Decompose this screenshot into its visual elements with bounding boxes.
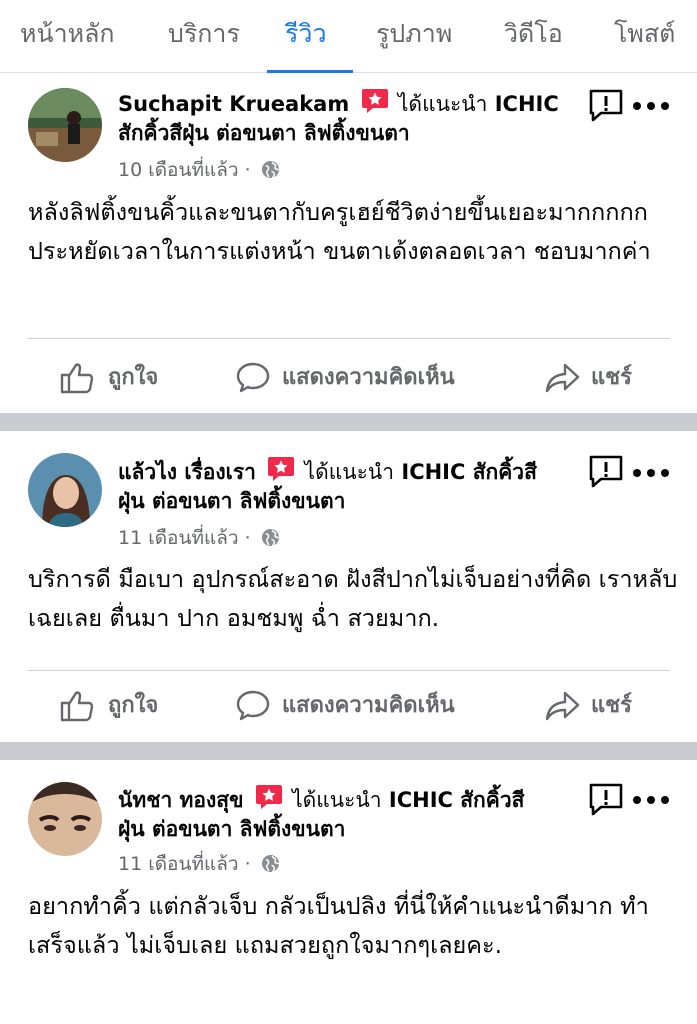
review-card: แล้วไง เรื่องเรา ได้แนะนำ ICHIC สักคิ้วส… bbox=[0, 432, 697, 742]
post-separator bbox=[0, 413, 697, 431]
recommend-icon bbox=[268, 457, 295, 481]
active-tab-indicator bbox=[267, 70, 353, 73]
report-icon[interactable] bbox=[588, 782, 624, 818]
comment-icon bbox=[236, 690, 270, 721]
report-icon[interactable] bbox=[588, 454, 624, 490]
avatar-photo bbox=[28, 88, 102, 162]
post-time[interactable]: 11 เดือนที่แล้ว bbox=[118, 527, 239, 549]
recommend-label: ได้แนะนำ bbox=[397, 92, 488, 116]
avatar[interactable] bbox=[28, 453, 102, 527]
page-name[interactable]: ICHIC bbox=[495, 92, 559, 116]
share-icon bbox=[545, 691, 580, 721]
author-name[interactable]: Suchapit Krueakam bbox=[118, 92, 349, 116]
tab-photos[interactable]: รูปภาพ bbox=[376, 14, 452, 54]
avatar[interactable] bbox=[28, 782, 102, 856]
review-text: บริการดี มือเบา อุปกรณ์สะอาด ฝังสีปากไม่… bbox=[28, 565, 678, 632]
author-name[interactable]: นัทชา ทองสุข bbox=[118, 788, 243, 812]
recommend-icon bbox=[255, 785, 282, 809]
tab-bar: หน้าหลัก บริการ รีวิว รูปภาพ วิดีโอ โพสต… bbox=[0, 0, 697, 73]
avatar-photo bbox=[28, 782, 102, 856]
tab-videos[interactable]: วิดีโอ bbox=[504, 14, 563, 54]
divider bbox=[28, 338, 670, 339]
more-options-icon[interactable] bbox=[632, 468, 670, 478]
tab-posts[interactable]: โพสต์ bbox=[614, 14, 675, 54]
more-options-icon[interactable] bbox=[632, 101, 670, 111]
review-header: นัทชา ทองสุข ได้แนะนำ ICHIC สักคิ้วสี ฝุ… bbox=[118, 784, 588, 844]
tab-services[interactable]: บริการ bbox=[168, 14, 240, 54]
page-name[interactable]: ICHIC สักคิ้วสี bbox=[389, 788, 525, 812]
tab-reviews[interactable]: รีวิว bbox=[285, 14, 327, 54]
author-name[interactable]: แล้วไง เรื่องเรา bbox=[118, 460, 256, 484]
share-icon bbox=[545, 363, 580, 393]
post-time[interactable]: 10 เดือนที่แล้ว bbox=[118, 159, 239, 181]
globe-icon bbox=[261, 854, 279, 873]
like-icon bbox=[60, 691, 94, 722]
like-icon bbox=[60, 363, 94, 394]
recommend-label: ได้แนะนำ bbox=[292, 788, 382, 812]
comment-button[interactable]: แสดงความคิดเห็น bbox=[236, 358, 486, 398]
review-text: หลังลิฟติ้งขนคิ้วและขนตากับครูเฮย์ชีวิตง… bbox=[28, 198, 651, 265]
report-icon[interactable] bbox=[588, 88, 624, 124]
share-label: แชร์ bbox=[591, 693, 632, 718]
globe-icon bbox=[261, 160, 279, 179]
post-meta: 10 เดือนที่แล้ว · bbox=[118, 156, 280, 184]
tab-home[interactable]: หน้าหลัก bbox=[20, 14, 115, 54]
page-name-cont[interactable]: ฝุ่น ต่อขนตา ลิฟติ้งขนตา bbox=[118, 489, 345, 513]
review-header: Suchapit Krueakam ได้แนะนำ ICHIC สักคิ้ว… bbox=[118, 88, 588, 148]
review-header: แล้วไง เรื่องเรา ได้แนะนำ ICHIC สักคิ้วส… bbox=[118, 456, 588, 516]
review-card: นัทชา ทองสุข ได้แนะนำ ICHIC สักคิ้วสี ฝุ… bbox=[0, 760, 697, 1024]
divider bbox=[28, 670, 670, 671]
recommend-icon bbox=[361, 89, 388, 113]
avatar[interactable] bbox=[28, 88, 102, 162]
share-label: แชร์ bbox=[591, 365, 632, 390]
like-label: ถูกใจ bbox=[108, 693, 159, 718]
page-name-cont[interactable]: ฝุ่น ต่อขนตา ลิฟติ้งขนตา bbox=[118, 817, 345, 841]
like-button[interactable]: ถูกใจ bbox=[60, 358, 170, 398]
comment-label: แสดงความคิดเห็น bbox=[282, 693, 455, 718]
comment-icon bbox=[236, 362, 270, 393]
post-time[interactable]: 11 เดือนที่แล้ว bbox=[118, 853, 239, 875]
avatar-photo bbox=[28, 453, 102, 527]
page-name[interactable]: ICHIC สักคิ้วสี bbox=[401, 460, 537, 484]
page-name-cont[interactable]: สักคิ้วสีฝุ่น ต่อขนตา ลิฟติ้งขนตา bbox=[118, 121, 410, 145]
like-button[interactable]: ถูกใจ bbox=[60, 686, 170, 726]
post-meta: 11 เดือนที่แล้ว · bbox=[118, 524, 280, 552]
share-button[interactable]: แชร์ bbox=[545, 686, 645, 726]
comment-button[interactable]: แสดงความคิดเห็น bbox=[236, 686, 486, 726]
review-card: Suchapit Krueakam ได้แนะนำ ICHIC สักคิ้ว… bbox=[0, 74, 697, 411]
globe-icon bbox=[261, 528, 279, 547]
review-text: อยากทำคิ้ว แต่กลัวเจ็บ กลัวเป็นปลิง ที่น… bbox=[28, 892, 649, 959]
recommend-label: ได้แนะนำ bbox=[304, 460, 395, 484]
more-options-icon[interactable] bbox=[632, 795, 670, 805]
share-button[interactable]: แชร์ bbox=[545, 358, 645, 398]
like-label: ถูกใจ bbox=[108, 365, 159, 390]
comment-label: แสดงความคิดเห็น bbox=[282, 365, 455, 390]
post-meta: 11 เดือนที่แล้ว · bbox=[118, 850, 280, 878]
post-separator bbox=[0, 742, 697, 760]
